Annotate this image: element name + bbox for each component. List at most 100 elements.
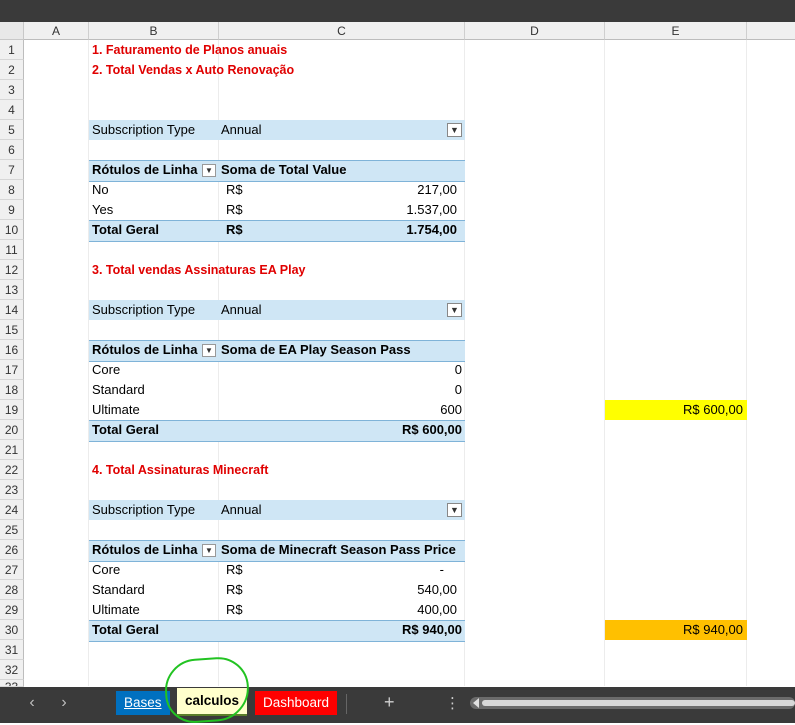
- pivot2-row-label[interactable]: Standard: [92, 380, 145, 400]
- row-header[interactable]: 2: [0, 60, 24, 80]
- pivot1-row-label[interactable]: No: [92, 180, 109, 200]
- row-header[interactable]: 17: [0, 360, 24, 380]
- scrollbar-thumb[interactable]: [482, 700, 795, 706]
- pivot3-row-currency[interactable]: R$: [226, 580, 243, 600]
- pivot3-filter-value[interactable]: Annual: [221, 500, 261, 520]
- pivot2-row-value[interactable]: 600: [300, 400, 462, 420]
- pivot2-row-label[interactable]: Ultimate: [92, 400, 140, 420]
- row-header[interactable]: 12: [0, 260, 24, 280]
- sheet-tab-dashboard[interactable]: Dashboard: [255, 691, 338, 715]
- pivot3-value-header[interactable]: Soma de Minecraft Season Pass Price: [221, 540, 456, 560]
- row-header[interactable]: 25: [0, 520, 24, 540]
- pivot3-row-label[interactable]: Core: [92, 560, 120, 580]
- row-header[interactable]: 15: [0, 320, 24, 340]
- column-header-c[interactable]: C: [219, 22, 465, 40]
- pivot2-filter-value[interactable]: Annual: [221, 300, 261, 320]
- heading-minecraft[interactable]: 4. Total Assinaturas Minecraft: [92, 460, 268, 480]
- row-header[interactable]: 4: [0, 100, 24, 120]
- pivot3-row-value[interactable]: 540,00: [300, 580, 457, 600]
- pivot1-row-value[interactable]: 217,00: [300, 180, 457, 200]
- row-header[interactable]: 22: [0, 460, 24, 480]
- pivot1-row-value[interactable]: 1.537,00: [300, 200, 457, 220]
- row-header[interactable]: 13: [0, 280, 24, 300]
- pivot1-filter-value[interactable]: Annual: [221, 120, 261, 140]
- pivot3-row-value[interactable]: -: [300, 560, 444, 580]
- pivot2-row-value[interactable]: 0: [300, 380, 462, 400]
- row-header[interactable]: 1: [0, 40, 24, 60]
- pivot3-filter-label[interactable]: Subscription Type: [92, 500, 195, 520]
- select-all-corner[interactable]: [0, 22, 24, 40]
- row-header[interactable]: 9: [0, 200, 24, 220]
- row-header[interactable]: 6: [0, 140, 24, 160]
- row-header[interactable]: 26: [0, 540, 24, 560]
- more-options-icon[interactable]: ⋮: [445, 694, 460, 712]
- filter-funnel-icon[interactable]: ▼: [447, 503, 462, 517]
- column-header-e[interactable]: E: [605, 22, 747, 40]
- pivot1-value-header[interactable]: Soma de Total Value: [221, 160, 346, 180]
- row-header[interactable]: 18: [0, 380, 24, 400]
- pivot3-row-currency[interactable]: R$: [226, 600, 243, 620]
- pivot1-total-label[interactable]: Total Geral: [92, 220, 159, 240]
- next-sheet-icon[interactable]: ›: [54, 694, 74, 712]
- row-header[interactable]: 27: [0, 560, 24, 580]
- pivot3-row-label[interactable]: Ultimate: [92, 600, 140, 620]
- pivot2-filter-label[interactable]: Subscription Type: [92, 300, 195, 320]
- prev-sheet-icon[interactable]: ‹: [22, 694, 42, 712]
- minecraft-highlight-cell[interactable]: R$ 940,00: [605, 620, 747, 640]
- pivot2-total-value[interactable]: R$ 600,00: [300, 420, 462, 440]
- pivot3-row-value[interactable]: 400,00: [300, 600, 457, 620]
- column-header-a[interactable]: A: [24, 22, 89, 40]
- ea-play-highlight-cell[interactable]: R$ 600,00: [605, 400, 747, 420]
- row-header[interactable]: 8: [0, 180, 24, 200]
- row-header[interactable]: 33: [0, 680, 24, 687]
- filter-funnel-icon[interactable]: ▼: [447, 303, 462, 317]
- filter-funnel-icon[interactable]: ▼: [447, 123, 462, 137]
- pivot3-row-label[interactable]: Standard: [92, 580, 145, 600]
- column-header-d[interactable]: D: [465, 22, 605, 40]
- pivot2-row-label[interactable]: Core: [92, 360, 120, 380]
- pivot2-value-header[interactable]: Soma de EA Play Season Pass: [221, 340, 411, 360]
- row-header[interactable]: 20: [0, 420, 24, 440]
- row-header[interactable]: 21: [0, 440, 24, 460]
- heading-ea-play[interactable]: 3. Total vendas Assinaturas EA Play: [92, 260, 306, 280]
- pivot1-row-currency[interactable]: R$: [226, 200, 243, 220]
- row-header[interactable]: 24: [0, 500, 24, 520]
- pivot1-total-currency[interactable]: R$: [226, 220, 243, 240]
- row-header[interactable]: 32: [0, 660, 24, 680]
- row-header[interactable]: 31: [0, 640, 24, 660]
- sheet-tab-calculos[interactable]: calculos: [177, 688, 248, 716]
- row-header[interactable]: 10: [0, 220, 24, 240]
- scroll-left-icon[interactable]: [473, 698, 479, 708]
- row-header[interactable]: 30: [0, 620, 24, 640]
- row-header[interactable]: 5: [0, 120, 24, 140]
- pivot3-total-value[interactable]: R$ 940,00: [300, 620, 462, 640]
- heading-vendas-renovacao[interactable]: 2. Total Vendas x Auto Renovação: [92, 60, 294, 80]
- pivot2-row-label-header[interactable]: Rótulos de Linha: [92, 340, 197, 360]
- row-header[interactable]: 7: [0, 160, 24, 180]
- pivot1-row-label[interactable]: Yes: [92, 200, 113, 220]
- column-header-f[interactable]: [747, 22, 795, 40]
- pivot3-total-label[interactable]: Total Geral: [92, 620, 159, 640]
- pivot1-row-label-header[interactable]: Rótulos de Linha: [92, 160, 197, 180]
- pivot1-total-value[interactable]: 1.754,00: [300, 220, 457, 240]
- dropdown-arrow-icon[interactable]: ▼: [202, 544, 216, 557]
- dropdown-arrow-icon[interactable]: ▼: [202, 344, 216, 357]
- row-header[interactable]: 16: [0, 340, 24, 360]
- pivot3-row-currency[interactable]: R$: [226, 560, 243, 580]
- row-header[interactable]: 11: [0, 240, 24, 260]
- pivot3-row-label-header[interactable]: Rótulos de Linha: [92, 540, 197, 560]
- row-header[interactable]: 3: [0, 80, 24, 100]
- sheet-tab-bases[interactable]: Bases: [116, 691, 170, 715]
- pivot2-row-value[interactable]: 0: [300, 360, 462, 380]
- row-header[interactable]: 23: [0, 480, 24, 500]
- pivot1-row-currency[interactable]: R$: [226, 180, 243, 200]
- dropdown-arrow-icon[interactable]: ▼: [202, 164, 216, 177]
- add-sheet-icon[interactable]: +: [384, 692, 395, 713]
- pivot2-total-label[interactable]: Total Geral: [92, 420, 159, 440]
- row-header[interactable]: 19: [0, 400, 24, 420]
- column-header-b[interactable]: B: [89, 22, 219, 40]
- row-header[interactable]: 14: [0, 300, 24, 320]
- pivot1-filter-label[interactable]: Subscription Type: [92, 120, 195, 140]
- row-header[interactable]: 29: [0, 600, 24, 620]
- row-header[interactable]: 28: [0, 580, 24, 600]
